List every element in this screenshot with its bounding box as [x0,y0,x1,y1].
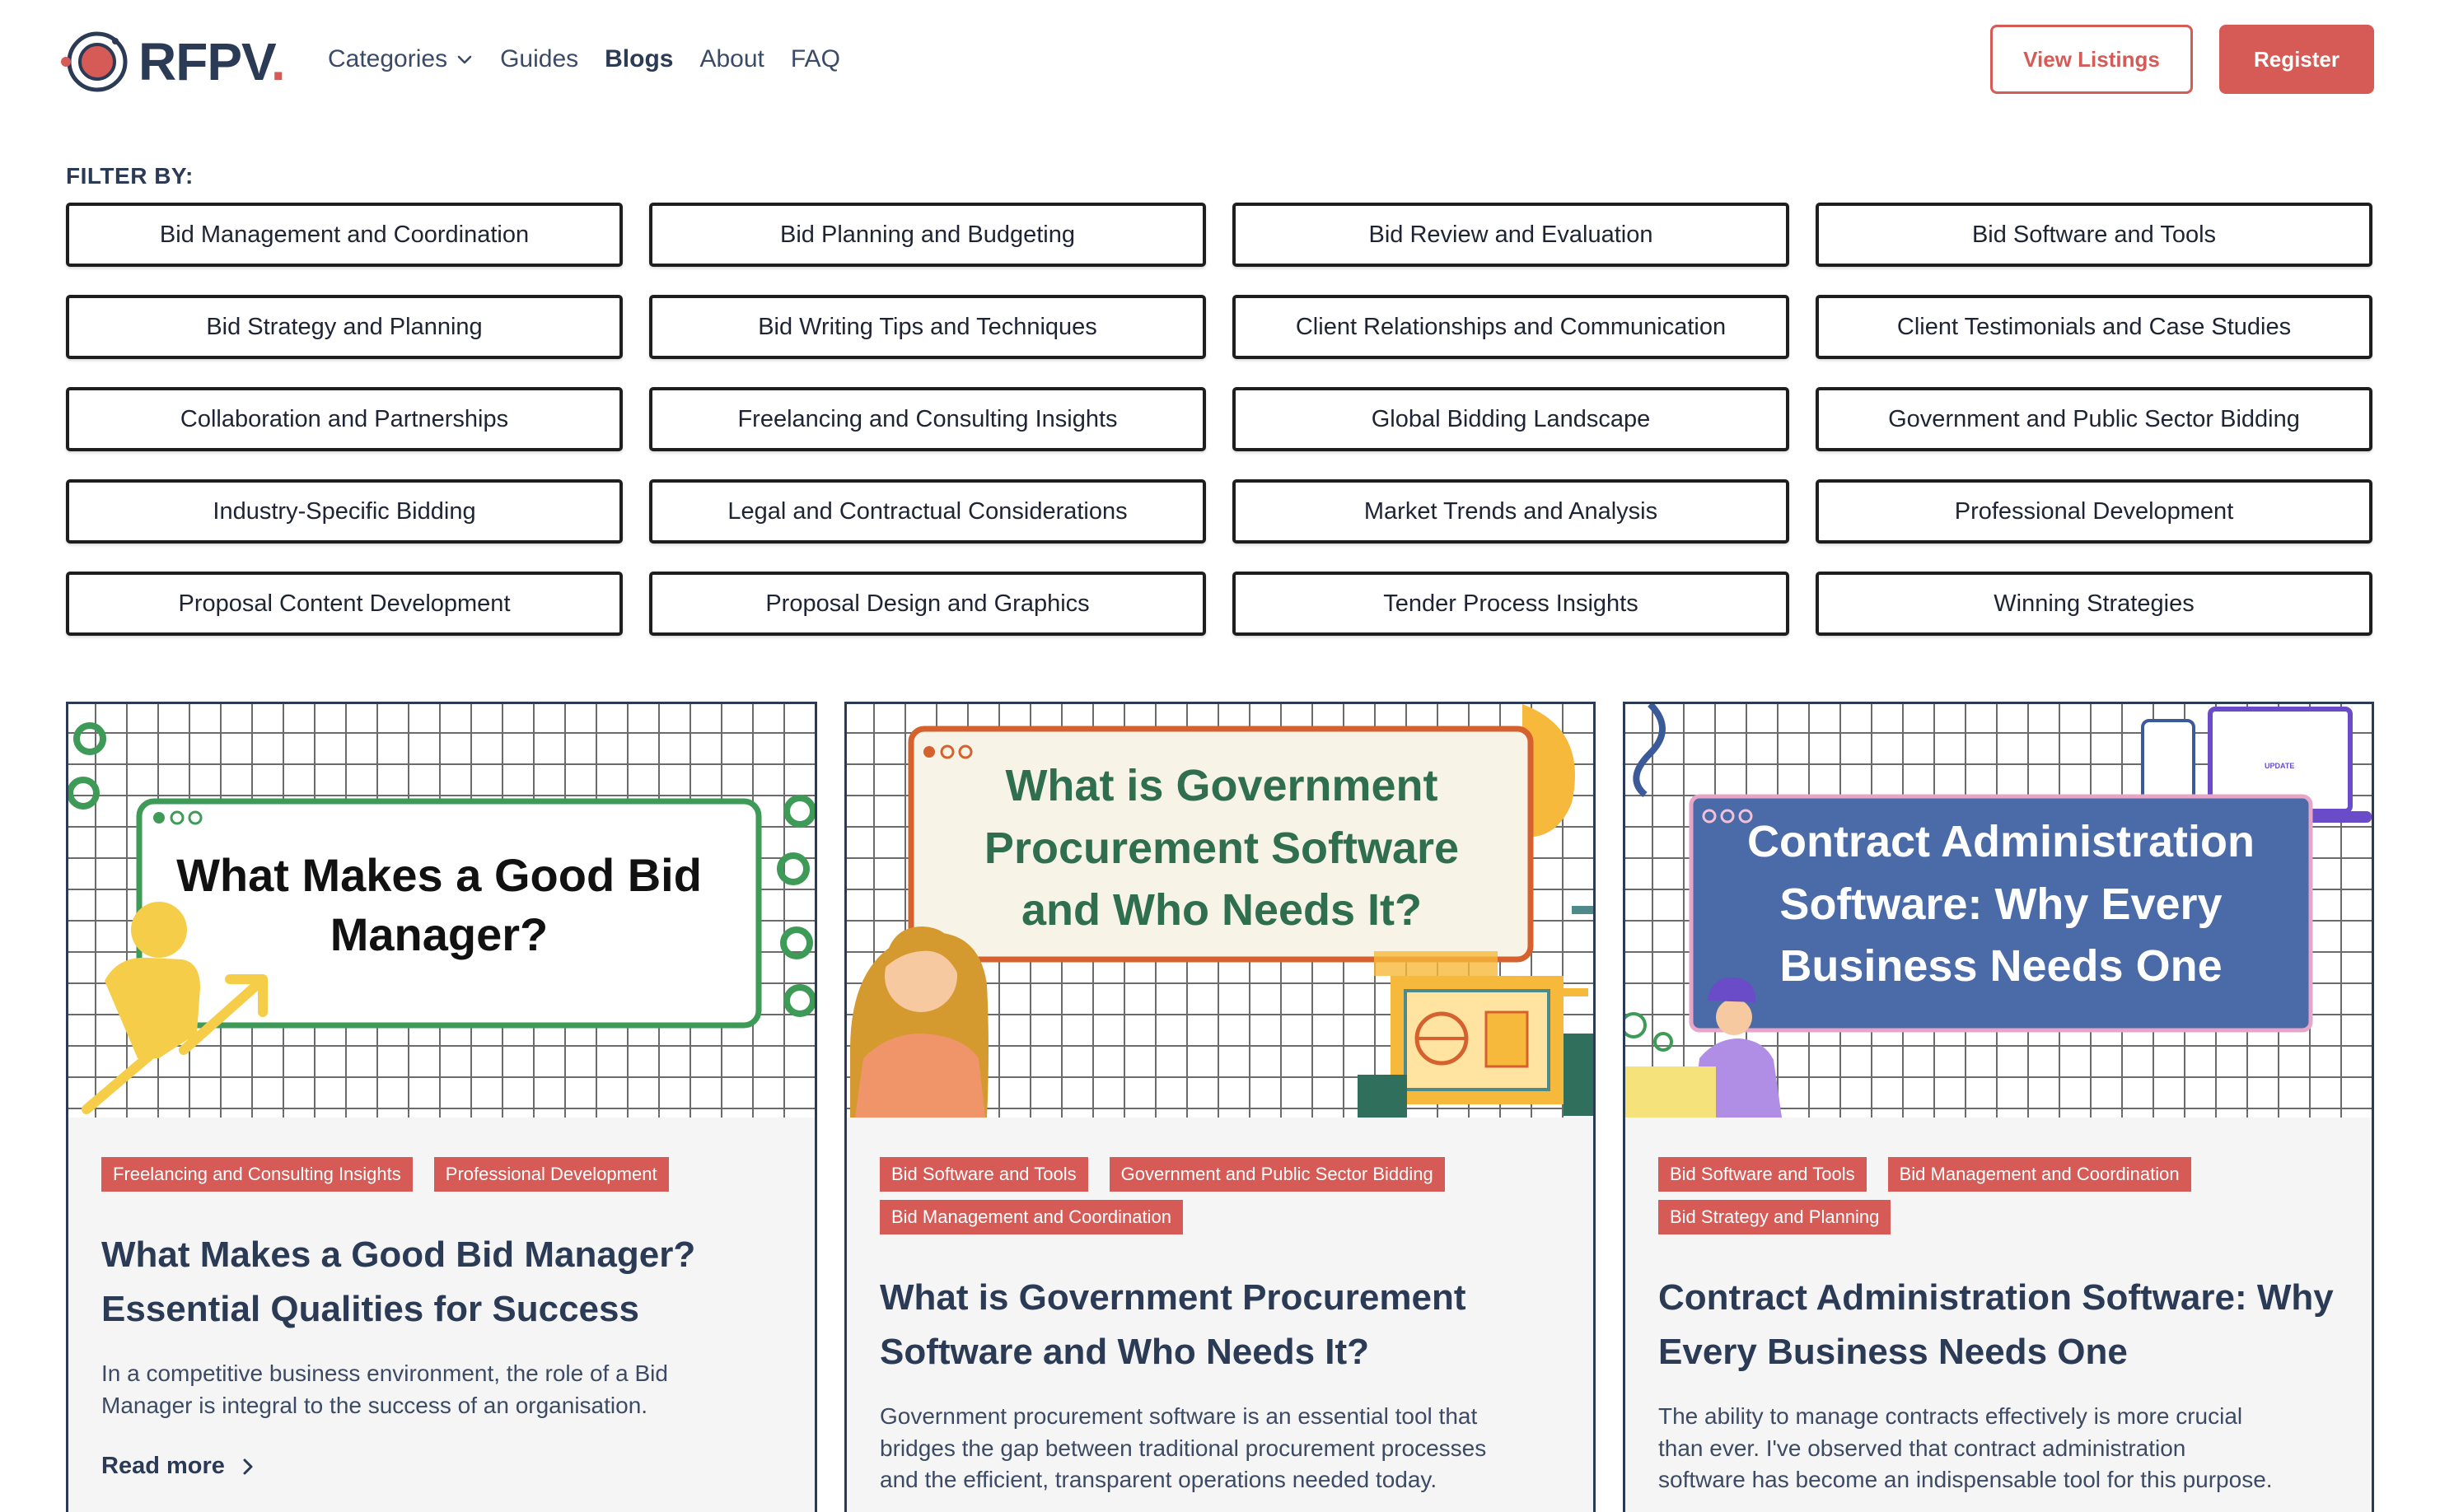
thumbnail-title-line: Software: Why Every [1779,879,2223,929]
card-title-line: Essential Qualities for Success [101,1289,639,1329]
tag-list: Bid Software and Tools Government and Pu… [880,1157,1560,1234]
tag[interactable]: Professional Development [433,1157,669,1192]
filter-client-relationships[interactable]: Client Relationships and Communication [1232,295,1789,359]
blog-card[interactable]: What is Government Procurement Software … [844,702,1596,1512]
logo-dot: . [270,32,286,91]
filter-grid: Bid Management and Coordination Bid Plan… [66,203,2374,636]
tag[interactable]: Bid Software and Tools [1658,1157,1867,1192]
view-listings-button[interactable]: View Listings [1990,25,2193,94]
card-title[interactable]: Contract Administration Software: Why Ev… [1658,1271,2339,1379]
tag[interactable]: Bid Software and Tools [880,1157,1088,1192]
card-excerpt: Government procurement software is an es… [880,1401,1560,1496]
filter-government[interactable]: Government and Public Sector Bidding [1816,387,2372,451]
thumbnail-title-line: What Makes a Good Bid [176,849,702,901]
filter-collaboration[interactable]: Collaboration and Partnerships [66,387,623,451]
thumbnail-title-line: Manager? [330,908,549,960]
filter-bid-management[interactable]: Bid Management and Coordination [66,203,623,267]
filter-freelancing[interactable]: Freelancing and Consulting Insights [649,387,1206,451]
thumbnail-title-line: Contract Administration [1746,817,2255,866]
card-title-line: Every Business Needs One [1658,1332,2128,1372]
tag[interactable]: Freelancing and Consulting Insights [101,1157,413,1192]
card-excerpt-line: than ever. I've observed that contract a… [1658,1435,2186,1461]
nav-blogs[interactable]: Blogs [605,45,673,73]
filter-industry-specific[interactable]: Industry-Specific Bidding [66,479,623,544]
card-excerpt: The ability to manage contracts effectiv… [1658,1401,2339,1496]
filter-proposal-content[interactable]: Proposal Content Development [66,572,623,636]
card-thumbnail[interactable]: What Makes a Good Bid Manager? [68,704,815,1118]
card-excerpt-line: Manager is integral to the success of an… [101,1392,648,1418]
card-excerpt-line: Government procurement software is an es… [880,1403,1478,1429]
thumbnail-title-line: Business Needs One [1779,941,2223,992]
card-title-line: Software and Who Needs It? [880,1332,1370,1372]
read-more-link[interactable]: Read more [101,1453,782,1480]
thumbnail-title: What is Government Procurement Software … [921,755,1522,942]
logo-mark-icon [61,31,128,92]
nav-faq[interactable]: FAQ [791,45,840,73]
filter-proposal-design[interactable]: Proposal Design and Graphics [649,572,1206,636]
thumbnail-title-line: and Who Needs It? [1021,885,1422,936]
card-body: Freelancing and Consulting Insights Prof… [68,1118,815,1480]
card-title[interactable]: What Makes a Good Bid Manager? Essential… [101,1228,782,1337]
filter-bid-writing[interactable]: Bid Writing Tips and Techniques [649,295,1206,359]
filter-bid-planning[interactable]: Bid Planning and Budgeting [649,203,1206,267]
card-title-line: Contract Administration Software: Why [1658,1277,2334,1318]
card-thumbnail[interactable]: What is Government Procurement Software … [847,704,1593,1118]
tag-list: Freelancing and Consulting Insights Prof… [101,1157,782,1192]
card-thumbnail[interactable]: UPDATE Contract Administration Software:… [1625,704,2372,1118]
site-header: RFPV. Categories Guides Blogs About FAQ … [0,0,2440,124]
chevron-down-icon [457,55,472,64]
logo-text: RFPV [138,32,272,91]
chevron-right-icon [243,1458,253,1475]
filter-global-bidding[interactable]: Global Bidding Landscape [1232,387,1789,451]
card-title-line: What Makes a Good Bid Manager? [101,1234,696,1275]
filter-label: FILTER BY: [66,163,194,189]
card-excerpt-line: and the efficient, transparent operation… [880,1467,1437,1493]
card-excerpt-line: In a competitive business environment, t… [101,1360,668,1386]
thumbnail-title-line: Procurement Software [984,823,1460,873]
update-badge: UPDATE [2265,762,2295,770]
filter-bid-review[interactable]: Bid Review and Evaluation [1232,203,1789,267]
filter-market-trends[interactable]: Market Trends and Analysis [1232,479,1789,544]
thumbnail-title: Contract Administration Software: Why Ev… [1699,811,2302,998]
card-excerpt-line: software has become an indispensable too… [1658,1467,2273,1493]
blog-card-grid: What Makes a Good Bid Manager? Freelanci… [66,702,2374,1512]
blog-card[interactable]: UPDATE Contract Administration Software:… [1623,702,2374,1512]
filter-client-testimonials[interactable]: Client Testimonials and Case Studies [1816,295,2372,359]
register-button[interactable]: Register [2219,25,2374,94]
nav-categories-label: Categories [328,45,448,72]
filter-legal[interactable]: Legal and Contractual Considerations [649,479,1206,544]
thumbnail-title: What Makes a Good Bid Manager? [151,846,727,964]
main-nav: Categories Guides Blogs About FAQ [328,36,840,82]
card-excerpt: In a competitive business environment, t… [101,1358,782,1421]
filter-bid-software[interactable]: Bid Software and Tools [1816,203,2372,267]
filter-bid-strategy[interactable]: Bid Strategy and Planning [66,295,623,359]
tag[interactable]: Bid Strategy and Planning [1658,1200,1891,1234]
tag-list: Bid Software and Tools Bid Management an… [1658,1157,2339,1234]
card-excerpt-line: bridges the gap between traditional proc… [880,1435,1487,1461]
tag[interactable]: Government and Public Sector Bidding [1109,1157,1445,1192]
nav-categories[interactable]: Categories [328,45,474,73]
thumbnail-title-line: What is Government [1005,761,1438,810]
card-body: Bid Software and Tools Bid Management an… [1625,1118,2372,1496]
nav-about[interactable]: About [699,45,764,73]
logo[interactable]: RFPV. [59,25,286,99]
filter-tender-process[interactable]: Tender Process Insights [1232,572,1789,636]
tag[interactable]: Bid Management and Coordination [1887,1157,2191,1192]
card-title-line: What is Government Procurement [880,1277,1466,1318]
card-title[interactable]: What is Government Procurement Software … [880,1271,1560,1379]
blog-card[interactable]: What Makes a Good Bid Manager? Freelanci… [66,702,817,1512]
card-excerpt-line: The ability to manage contracts effectiv… [1658,1403,2243,1429]
card-body: Bid Software and Tools Government and Pu… [847,1118,1593,1496]
nav-guides[interactable]: Guides [500,45,578,73]
filter-professional-development[interactable]: Professional Development [1816,479,2372,544]
tag[interactable]: Bid Management and Coordination [880,1200,1184,1234]
read-more-label: Read more [101,1453,225,1480]
filter-winning-strategies[interactable]: Winning Strategies [1816,572,2372,636]
